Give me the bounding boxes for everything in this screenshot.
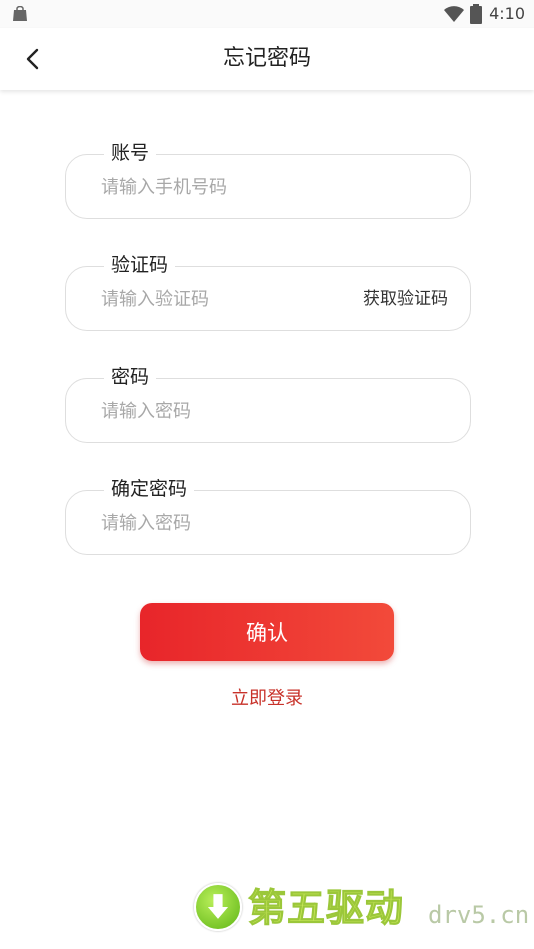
account-input[interactable] [101, 172, 351, 202]
watermark-text: 第五驱动 [247, 886, 405, 931]
wifi-icon [444, 6, 464, 22]
account-field: 账号 [65, 140, 471, 219]
confirm-password-label: 确定密码 [104, 476, 195, 502]
shopping-bag-icon [13, 6, 27, 21]
download-arrow-icon [194, 883, 242, 931]
code-input[interactable] [101, 284, 321, 314]
confirm-password-input[interactable] [101, 508, 351, 538]
status-time: 4:10 [489, 4, 525, 23]
password-label: 密码 [104, 364, 157, 390]
password-input[interactable] [101, 396, 351, 426]
confirm-password-field: 确定密码 [65, 476, 471, 555]
page-title: 忘记密码 [222, 46, 311, 71]
confirm-button[interactable]: 确认 [140, 603, 394, 661]
battery-icon [470, 4, 482, 24]
watermark-domain: drv5.cn [428, 901, 530, 929]
account-label: 账号 [104, 140, 157, 166]
nav-bar: 忘记密码 [0, 28, 534, 90]
watermark: 第五驱动 drv5.cn [192, 880, 529, 940]
login-now-link[interactable]: 立即登录 [0, 686, 534, 712]
password-field: 密码 [65, 364, 471, 443]
status-bar: 4:10 [0, 0, 534, 28]
get-code-button[interactable]: 获取验证码 [363, 286, 448, 312]
code-label: 验证码 [104, 252, 176, 278]
code-field: 验证码 获取验证码 [65, 252, 471, 331]
